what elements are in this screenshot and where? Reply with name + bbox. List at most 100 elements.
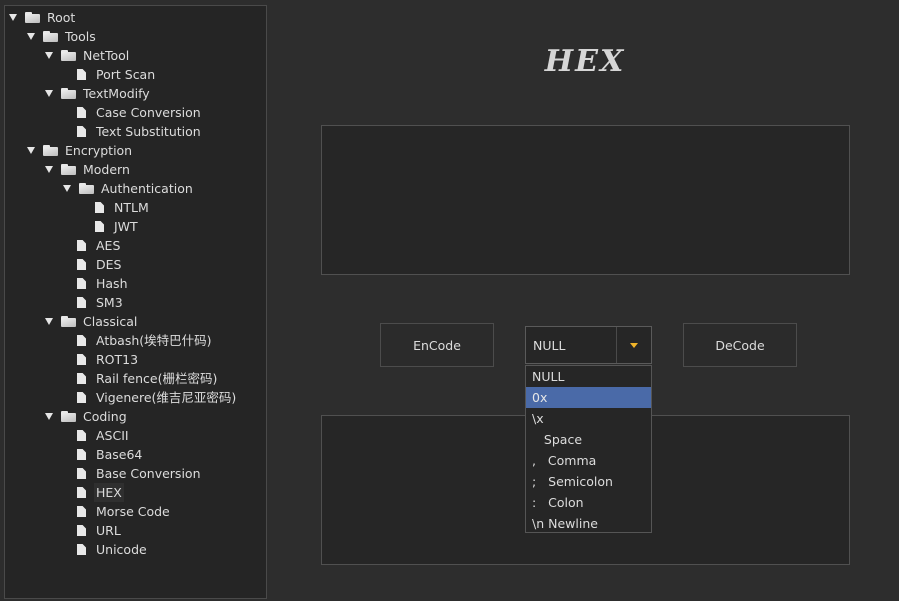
tree-item[interactable]: Rail fence(栅栏密码) xyxy=(61,369,219,388)
tree-item[interactable]: Port Scan xyxy=(61,65,157,84)
folder-icon xyxy=(43,145,59,156)
folder-icon xyxy=(61,316,77,327)
file-icon xyxy=(77,544,86,555)
tree-item-label: ROT13 xyxy=(96,352,139,367)
expand-arrow-icon[interactable] xyxy=(43,312,55,331)
tree-item[interactable]: Tools xyxy=(25,27,98,46)
expand-arrow-icon[interactable] xyxy=(43,84,55,103)
tree-item-label: Morse Code xyxy=(96,504,170,519)
expand-arrow-icon[interactable] xyxy=(25,141,37,160)
separator-dropdown-list[interactable]: NULL 0x \x Space, Comma; Semicolon: Colon \… xyxy=(525,365,652,533)
dropdown-option[interactable]: ; Semicolon xyxy=(526,471,651,492)
expand-arrow-icon[interactable] xyxy=(43,407,55,426)
tree-item-label: AES xyxy=(96,238,121,253)
tree-item-label: Vigenere(维吉尼亚密码) xyxy=(96,390,237,405)
tree-item-label: SM3 xyxy=(96,295,123,310)
tree-item[interactable]: SM3 xyxy=(61,293,125,312)
tree-item[interactable]: Coding xyxy=(43,407,129,426)
decode-button[interactable]: DeCode xyxy=(683,323,797,367)
tree-item[interactable]: AES xyxy=(61,236,122,255)
expand-arrow-icon[interactable] xyxy=(61,179,73,198)
tree-item[interactable]: JWT xyxy=(79,217,140,236)
tree-item[interactable]: Unicode xyxy=(61,540,149,559)
expand-arrow-icon[interactable] xyxy=(25,27,37,46)
separator-selected-value: NULL xyxy=(533,337,566,353)
tree-item[interactable]: Base Conversion xyxy=(61,464,203,483)
chevron-down-icon[interactable] xyxy=(617,327,651,363)
file-icon xyxy=(77,107,86,118)
tree-item-label: Base64 xyxy=(96,447,143,462)
dropdown-option[interactable]: \n Newline xyxy=(526,513,651,534)
tree-item-label: Text Substitution xyxy=(96,124,201,139)
file-icon xyxy=(95,221,104,232)
tree-item-label: Tools xyxy=(65,29,96,44)
tree-item-label: Classical xyxy=(83,314,138,329)
tree-item[interactable]: Authentication xyxy=(61,179,195,198)
folder-icon xyxy=(43,31,59,42)
tree-item-label: NetTool xyxy=(83,48,130,63)
folder-icon xyxy=(61,50,77,61)
tree-item[interactable]: Atbash(埃特巴什码) xyxy=(61,331,214,350)
tree-item-label: Hash xyxy=(96,276,128,291)
dropdown-option[interactable]: NULL xyxy=(526,366,651,387)
file-icon xyxy=(77,278,86,289)
tree-item-label: Encryption xyxy=(65,143,133,158)
folder-icon xyxy=(61,164,77,175)
file-icon xyxy=(77,430,86,441)
tree-item-label: Modern xyxy=(83,162,130,177)
tree-item[interactable]: Modern xyxy=(43,160,132,179)
tree-item-label: Root xyxy=(47,10,76,25)
tree-item[interactable]: Encryption xyxy=(25,141,134,160)
expand-arrow-icon[interactable] xyxy=(43,160,55,179)
tree-item[interactable]: TextModify xyxy=(43,84,152,103)
expand-arrow-icon[interactable] xyxy=(7,8,19,27)
tree-item-label: JWT xyxy=(114,219,138,234)
tree-item[interactable]: NTLM xyxy=(79,198,151,217)
dropdown-option[interactable]: 0x xyxy=(526,387,651,408)
file-icon xyxy=(77,69,86,80)
tree-item[interactable]: DES xyxy=(61,255,123,274)
tree-item-label: Coding xyxy=(83,409,127,424)
tree-item[interactable]: Case Conversion xyxy=(61,103,203,122)
file-icon xyxy=(77,525,86,536)
separator-select[interactable]: NULL xyxy=(525,326,652,364)
file-icon xyxy=(95,202,104,213)
file-icon xyxy=(77,392,86,403)
page-title: HEX xyxy=(544,44,626,79)
tree-item[interactable]: Text Substitution xyxy=(61,122,203,141)
encode-button[interactable]: EnCode xyxy=(380,323,494,367)
file-icon xyxy=(77,259,86,270)
tree-item[interactable]: HEX xyxy=(61,483,124,502)
navigation-tree[interactable]: Root Tools NetTool Port Scan TextModify Case … xyxy=(4,5,267,599)
tree-item-label: Port Scan xyxy=(96,67,156,82)
tree-item[interactable]: Root xyxy=(7,8,77,27)
expand-arrow-icon[interactable] xyxy=(43,46,55,65)
tree-item[interactable]: Vigenere(维吉尼亚密码) xyxy=(61,388,238,407)
tree-item[interactable]: Classical xyxy=(43,312,139,331)
dropdown-option[interactable]: , Comma xyxy=(526,450,651,471)
input-textarea[interactable] xyxy=(321,125,850,275)
tree-item-label: Base Conversion xyxy=(96,466,201,481)
folder-icon xyxy=(61,88,77,99)
file-icon xyxy=(77,506,86,517)
folder-icon xyxy=(79,183,95,194)
tree-item[interactable]: ASCII xyxy=(61,426,131,445)
tree-item[interactable]: URL xyxy=(61,521,123,540)
tree-item[interactable]: Base64 xyxy=(61,445,144,464)
tree-item[interactable]: NetTool xyxy=(43,46,131,65)
tree-item[interactable]: Morse Code xyxy=(61,502,172,521)
tree-item-label: Atbash(埃特巴什码) xyxy=(96,333,212,348)
file-icon xyxy=(77,373,86,384)
tree-item-label: Authentication xyxy=(101,181,193,196)
file-icon xyxy=(77,468,86,479)
tree-item[interactable]: ROT13 xyxy=(61,350,140,369)
tree-item-label: TextModify xyxy=(83,86,150,101)
tree-item-label: ASCII xyxy=(96,428,129,443)
tree-item-label: Rail fence(栅栏密码) xyxy=(96,371,218,386)
dropdown-option[interactable]: \x xyxy=(526,408,651,429)
tree-item-label: Case Conversion xyxy=(96,105,201,120)
tree-item[interactable]: Hash xyxy=(61,274,130,293)
dropdown-option[interactable]: Space xyxy=(526,429,651,450)
tree-item-label: HEX xyxy=(94,483,124,502)
dropdown-option[interactable]: : Colon xyxy=(526,492,651,513)
